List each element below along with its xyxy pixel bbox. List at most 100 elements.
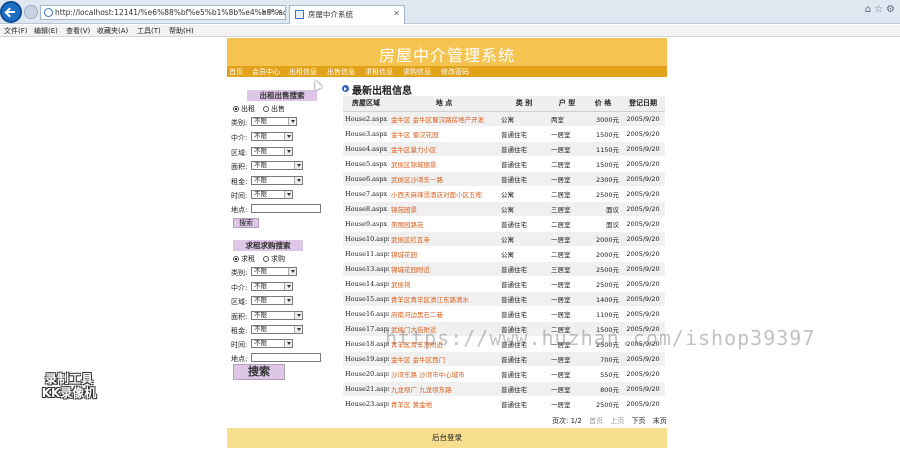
row-type: 公寓 xyxy=(499,201,549,217)
row-address-link[interactable]: 府南河边黑石二巷 xyxy=(389,306,499,322)
row-house-link[interactable]: House19.aspx xyxy=(343,351,389,367)
radio-sale[interactable]: 出售 xyxy=(263,104,285,114)
want-time-select[interactable]: 不限 xyxy=(251,339,293,348)
nav-home[interactable]: 首页 xyxy=(229,67,243,77)
row-house-link[interactable]: House4.aspx xyxy=(343,141,389,157)
want-address-input[interactable] xyxy=(251,353,321,362)
row-house-link[interactable]: House20.aspx xyxy=(343,366,389,382)
rent-agent-select[interactable]: 不限 xyxy=(251,132,293,141)
want-search-button[interactable]: 搜索 xyxy=(233,364,285,380)
row-address-link[interactable]: 锦苑园景 xyxy=(389,201,499,217)
row-date: 2005/9/20 xyxy=(621,201,665,217)
browser-tab[interactable]: 房屋中介系统 ✕ xyxy=(289,5,405,24)
row-price: 2500元 xyxy=(585,261,621,277)
row-house-link[interactable]: House6.aspx xyxy=(343,171,389,187)
row-date: 2005/9/20 xyxy=(621,366,665,382)
nav-change-password[interactable]: 修改密码 xyxy=(441,67,469,77)
rent-area-select[interactable]: 不限 xyxy=(251,161,303,170)
row-address-link[interactable]: 武侯区锦城丽景 xyxy=(389,156,499,172)
rent-search-button[interactable]: 搜索 xyxy=(233,218,259,228)
tab-close-icon[interactable]: ✕ xyxy=(393,9,400,18)
menu-view[interactable]: 查看(V) xyxy=(66,26,90,36)
rent-price-select[interactable]: 不限 xyxy=(251,176,303,185)
rent-agent-label: 中介: xyxy=(231,134,248,142)
rent-type-select[interactable]: 不限 xyxy=(251,117,297,126)
section-arrow-icon xyxy=(342,85,349,92)
refresh-icon[interactable]: ▾ ⟳ ✕ xyxy=(262,6,282,19)
want-agent-select[interactable]: 不限 xyxy=(251,282,293,291)
radio-on-icon xyxy=(233,256,239,262)
row-type: 普通住宅 xyxy=(499,396,549,412)
forward-arrow-icon[interactable] xyxy=(24,5,38,19)
row-address-link[interactable]: 金牛区 蜀汉花园 xyxy=(389,126,499,142)
admin-login-link[interactable]: 后台登录 xyxy=(227,428,667,448)
row-address-link[interactable]: 锦城花园附近 xyxy=(389,261,499,277)
row-house-link[interactable]: House10.aspx xyxy=(343,231,389,247)
rent-address-input[interactable] xyxy=(251,204,321,213)
home-star-gear-icons[interactable]: ⌂☆⚙ xyxy=(865,4,898,15)
menu-file[interactable]: 文件(F) xyxy=(4,26,28,36)
row-address-link[interactable]: 九龙坝广 九龙坝东路 xyxy=(389,381,499,397)
row-address-link[interactable]: 武侯祠 xyxy=(389,276,499,292)
back-arrow-icon[interactable] xyxy=(0,1,22,23)
pager-prev[interactable]: 上页 xyxy=(610,417,624,425)
row-address-link[interactable]: 青羊区 黄金地 xyxy=(389,396,499,412)
row-address-link[interactable]: 青羊区青羊区清江东路清水 xyxy=(389,291,499,307)
radio-rent[interactable]: 出租 xyxy=(233,104,255,114)
row-house-link[interactable]: House21.aspx xyxy=(343,381,389,397)
nav-rent-info[interactable]: 出租信息 xyxy=(289,67,317,77)
radio-want-buy[interactable]: 求购 xyxy=(263,254,285,264)
row-address-link[interactable]: 沙湾东路 沙湾市中心城市 xyxy=(389,366,499,382)
menu-edit[interactable]: 编辑(E) xyxy=(34,26,58,36)
want-address-label: 地点: xyxy=(231,355,248,363)
row-house-link[interactable]: House9.aspx xyxy=(343,216,389,232)
row-address-link[interactable]: 金牛区量力小区 xyxy=(389,141,499,157)
row-address-link[interactable]: 美丽园路苑 xyxy=(389,216,499,232)
row-house-link[interactable]: House23.aspx xyxy=(343,396,389,412)
header-price: 价 格 xyxy=(585,96,621,112)
row-house-link[interactable]: House14.aspx xyxy=(343,276,389,292)
row-date: 2005/9/20 xyxy=(621,276,665,292)
pager-first[interactable]: 首页 xyxy=(589,417,603,425)
nav-want-buy[interactable]: 求购信息 xyxy=(403,67,431,77)
radio-want-rent[interactable]: 求租 xyxy=(233,254,255,264)
url-input[interactable]: http://localhost:12141/%e6%88%bf%e5%b1%8… xyxy=(40,5,286,20)
row-house-link[interactable]: House2.aspx xyxy=(343,111,389,127)
row-address-link[interactable]: 金牛区 金牛区西门 xyxy=(389,351,499,367)
row-house-link[interactable]: House17.aspx xyxy=(343,321,389,337)
row-house-link[interactable]: House5.aspx xyxy=(343,156,389,172)
row-house-link[interactable]: House18.aspx xyxy=(343,336,389,352)
row-address-link[interactable]: 小西天麻辣烫酒店对面小区五栋 xyxy=(389,186,499,202)
header-district: 房屋区域 xyxy=(343,96,389,112)
rent-type-label: 类别: xyxy=(231,119,248,127)
nav-want-rent[interactable]: 求租信息 xyxy=(365,67,393,77)
want-area-select[interactable]: 不限 xyxy=(251,311,303,320)
nav-sale-info[interactable]: 出售信息 xyxy=(327,67,355,77)
row-address-link[interactable]: 锦城花园 xyxy=(389,246,499,262)
row-date: 2005/9/20 xyxy=(621,171,665,187)
row-layout: 二居室 xyxy=(549,216,585,232)
row-house-link[interactable]: House3.aspx xyxy=(343,126,389,142)
row-house-link[interactable]: House8.aspx xyxy=(343,201,389,217)
row-house-link[interactable]: House16.aspx xyxy=(343,306,389,322)
menu-tools[interactable]: 工具(T) xyxy=(137,26,161,36)
row-address-link[interactable]: 武侯区红瓦寺 xyxy=(389,231,499,247)
rent-time-select[interactable]: 不限 xyxy=(251,190,293,199)
want-district-select[interactable]: 不限 xyxy=(251,296,293,305)
want-type-select[interactable]: 不限 xyxy=(251,267,297,276)
rent-district-select[interactable]: 不限 xyxy=(251,147,293,156)
pager-next[interactable]: 下页 xyxy=(632,417,646,425)
row-address-link[interactable]: 武侯区沙湾东一路 xyxy=(389,171,499,187)
row-house-link[interactable]: House11.aspx xyxy=(343,246,389,262)
row-house-link[interactable]: House7.aspx xyxy=(343,186,389,202)
row-house-link[interactable]: House13.aspx xyxy=(343,261,389,277)
want-price-select[interactable]: 不限 xyxy=(251,325,303,334)
menu-help[interactable]: 帮助(H) xyxy=(169,26,194,36)
nav-member-center[interactable]: 会员中心 xyxy=(252,67,280,77)
browser-address-bar: http://localhost:12141/%e6%88%bf%e5%b1%8… xyxy=(0,0,900,24)
row-address-link[interactable]: 金牛区 金牛区蜀汉路房地产开发 xyxy=(389,111,499,127)
pager-last[interactable]: 末页 xyxy=(653,417,667,425)
menu-favorites[interactable]: 收藏夹(A) xyxy=(97,26,128,36)
site-title: 房屋中介管理系统 xyxy=(378,46,515,65)
row-house-link[interactable]: House15.aspx xyxy=(343,291,389,307)
